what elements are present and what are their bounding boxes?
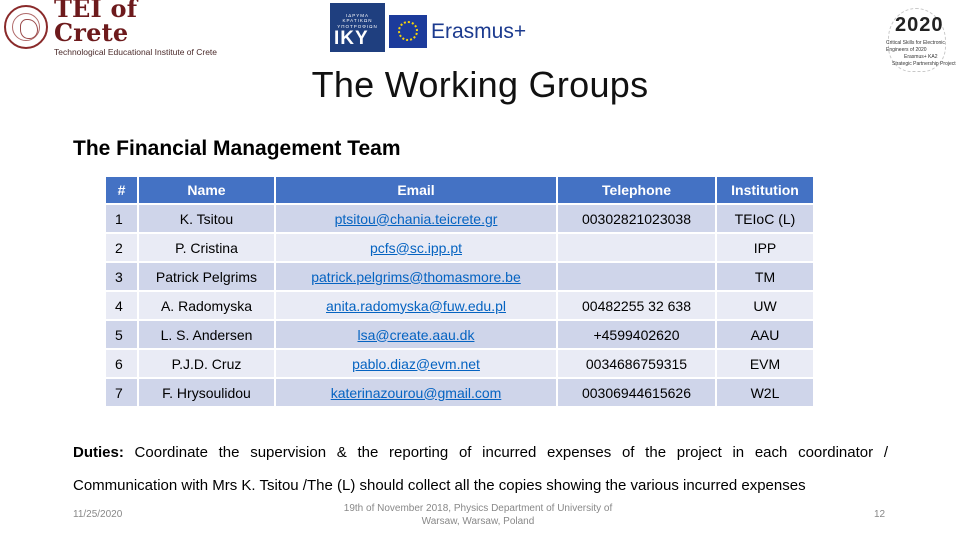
table-row: 6 P.J.D. Cruz pablo.diaz@evm.net 0034686… bbox=[106, 350, 813, 377]
cell-telephone: 00302821023038 bbox=[558, 205, 715, 232]
duties-label: Duties: bbox=[73, 444, 124, 461]
footer-date: 11/25/2020 bbox=[73, 509, 123, 520]
cell-name: F. Hrysoulidou bbox=[139, 379, 274, 406]
cell-number: 6 bbox=[106, 350, 137, 377]
header-institution: Institution bbox=[717, 177, 813, 203]
cell-email: katerinazourou@gmail.com bbox=[276, 379, 556, 406]
cell-email: lsa@create.aau.dk bbox=[276, 321, 556, 348]
email-link[interactable]: pablo.diaz@evm.net bbox=[352, 356, 480, 372]
cell-email: ptsitou@chania.teicrete.gr bbox=[276, 205, 556, 232]
tei-logo-subtitle: Technological Educational Institute of C… bbox=[54, 47, 218, 57]
header-telephone: Telephone bbox=[558, 177, 715, 203]
tei-crete-logo: TEI of Crete Technological Educational I… bbox=[4, 0, 217, 57]
table-header-row: # Name Email Telephone Institution bbox=[106, 177, 813, 203]
cell-institution: EVM bbox=[717, 350, 813, 377]
table-row: 5 L. S. Andersen lsa@create.aau.dk +4599… bbox=[106, 321, 813, 348]
footer-event: 19th of November 2018, Physics Departmen… bbox=[318, 502, 638, 528]
email-link[interactable]: anita.radomyska@fuw.edu.pl bbox=[326, 298, 506, 314]
tei-logo-title: TEI of Crete bbox=[54, 0, 138, 47]
cell-name: Patrick Pelgrims bbox=[139, 263, 274, 290]
cell-number: 7 bbox=[106, 379, 137, 406]
section-title: The Financial Management Team bbox=[73, 137, 401, 160]
cell-number: 3 bbox=[106, 263, 137, 290]
cell-telephone: +4599402620 bbox=[558, 321, 715, 348]
cell-email: pcfs@sc.ipp.pt bbox=[276, 234, 556, 261]
table-row: 4 A. Radomyska anita.radomyska@fuw.edu.p… bbox=[106, 292, 813, 319]
email-link[interactable]: patrick.pelgrims@thomasmore.be bbox=[311, 269, 521, 285]
duties-text: Coordinate the supervision & the reporti… bbox=[73, 444, 888, 494]
header-name: Name bbox=[139, 177, 274, 203]
table-row: 2 P. Cristina pcfs@sc.ipp.pt IPP bbox=[106, 234, 813, 261]
cell-email: patrick.pelgrims@thomasmore.be bbox=[276, 263, 556, 290]
iky-logo: ΙΔΡΥΜΑ ΚΡΑΤΙΚΩΝ ΥΠΟΤΡΟΦΙΩΝ IKY bbox=[330, 3, 385, 52]
cell-email: anita.radomyska@fuw.edu.pl bbox=[276, 292, 556, 319]
eu-flag-icon bbox=[389, 15, 427, 48]
cell-telephone bbox=[558, 263, 715, 290]
project-2020-line-3: Erasmus+ KA2 bbox=[904, 54, 938, 60]
cell-institution: UW bbox=[717, 292, 813, 319]
email-link[interactable]: lsa@create.aau.dk bbox=[358, 327, 475, 343]
page-title: The Working Groups bbox=[311, 64, 649, 105]
cell-name: K. Tsitou bbox=[139, 205, 274, 232]
cell-institution: TM bbox=[717, 263, 813, 290]
cell-institution: IPP bbox=[717, 234, 813, 261]
cell-email: pablo.diaz@evm.net bbox=[276, 350, 556, 377]
table-row: 7 F. Hrysoulidou katerinazourou@gmail.co… bbox=[106, 379, 813, 406]
cell-institution: TEIoC (L) bbox=[717, 205, 813, 232]
project-2020-line-2: Engineers of 2020 bbox=[886, 47, 927, 53]
cell-telephone: 00306944615626 bbox=[558, 379, 715, 406]
cell-institution: W2L bbox=[717, 379, 813, 406]
cell-name: P.J.D. Cruz bbox=[139, 350, 274, 377]
email-link[interactable]: katerinazourou@gmail.com bbox=[331, 385, 502, 401]
cell-name: L. S. Andersen bbox=[139, 321, 274, 348]
project-2020-line-1: Critical Skills for Electronic bbox=[886, 40, 945, 46]
email-link[interactable]: pcfs@sc.ipp.pt bbox=[370, 240, 462, 256]
cell-name: A. Radomyska bbox=[139, 292, 274, 319]
eu-stars-circle bbox=[398, 21, 418, 41]
cell-number: 1 bbox=[106, 205, 137, 232]
slide-number: 12 bbox=[874, 509, 886, 520]
iky-letters: IKY bbox=[334, 28, 369, 49]
cell-number: 2 bbox=[106, 234, 137, 261]
cell-number: 4 bbox=[106, 292, 137, 319]
erasmus-plus-logo: Erasmus+ bbox=[431, 20, 527, 43]
tei-seal-icon bbox=[4, 5, 48, 49]
cell-number: 5 bbox=[106, 321, 137, 348]
email-link[interactable]: ptsitou@chania.teicrete.gr bbox=[335, 211, 498, 227]
project-2020-number: 2020 bbox=[895, 14, 944, 36]
duties-paragraph: Duties: Coordinate the supervision & the… bbox=[73, 436, 888, 502]
table-row: 3 Patrick Pelgrims patrick.pelgrims@thom… bbox=[106, 263, 813, 290]
header-number: # bbox=[106, 177, 137, 203]
cell-name: P. Cristina bbox=[139, 234, 274, 261]
team-table: # Name Email Telephone Institution 1 K. … bbox=[104, 175, 815, 408]
table-row: 1 K. Tsitou ptsitou@chania.teicrete.gr 0… bbox=[106, 205, 813, 232]
footer-event-line-2: Warsaw, Warsaw, Poland bbox=[421, 516, 535, 527]
footer-event-line-1: 19th of November 2018, Physics Departmen… bbox=[343, 503, 613, 514]
cell-telephone: 00482255 32 638 bbox=[558, 292, 715, 319]
cell-telephone: 0034686759315 bbox=[558, 350, 715, 377]
header-email: Email bbox=[276, 177, 556, 203]
cell-telephone bbox=[558, 234, 715, 261]
cell-institution: AAU bbox=[717, 321, 813, 348]
